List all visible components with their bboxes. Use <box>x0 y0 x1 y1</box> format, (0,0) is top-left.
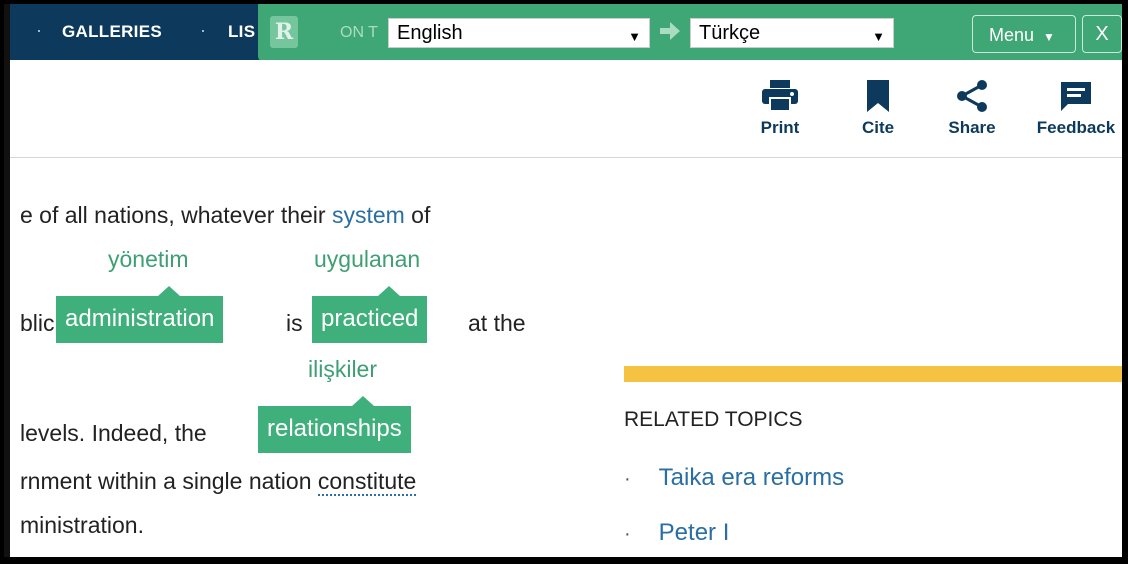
translation-tooltip-administration: yönetim <box>108 246 189 272</box>
link-system[interactable]: system <box>332 202 405 228</box>
article-text: blic <box>20 310 55 336</box>
related-topic-link[interactable]: Peter I <box>659 519 730 546</box>
article-line: blic <box>20 310 55 337</box>
bullet: · <box>624 468 631 490</box>
article-text: ministration. <box>20 512 144 538</box>
ad-placeholder <box>630 174 1122 364</box>
article-text: at the <box>468 310 526 336</box>
share-button[interactable]: Share <box>940 80 1004 138</box>
article-line: e of all nations, whatever their system … <box>20 202 430 229</box>
source-language-value: English <box>397 22 463 44</box>
arrow-right-icon <box>660 22 680 40</box>
article-toolbar: Print Cite Share Feedback <box>10 60 1122 158</box>
translator-logo: R <box>270 16 298 48</box>
nav-item-galleries[interactable]: GALLERIES <box>62 22 162 42</box>
nav-item-lists[interactable]: LIS <box>228 22 255 42</box>
tooltip-arrow <box>378 286 400 296</box>
article-text: is <box>286 310 303 336</box>
target-language-value: Türkçe <box>699 22 761 44</box>
highlight-practiced[interactable]: practiced <box>312 296 428 343</box>
translation-tooltip-practiced: uygulanan <box>314 246 421 272</box>
article-text: e of all nations, whatever their <box>20 202 332 228</box>
bullet: · <box>624 523 631 545</box>
feedback-label: Feedback <box>1036 118 1116 137</box>
nav-item-obscured: ON T <box>340 24 378 41</box>
print-label: Print <box>760 118 800 137</box>
menu-button-label: Menu <box>989 25 1035 45</box>
dropdown-caret-icon: ▼ <box>872 29 885 44</box>
highlight-relationships[interactable]: relationships <box>258 406 411 453</box>
nav-separator: · <box>200 20 206 40</box>
feedback-icon <box>1061 82 1091 111</box>
printer-icon <box>762 80 798 112</box>
article-body: e of all nations, whatever their system … <box>10 158 610 557</box>
feedback-button[interactable]: Feedback <box>1026 80 1122 138</box>
related-topics-heading: RELATED TOPICS <box>624 408 803 431</box>
related-topic-link[interactable]: Taika era reforms <box>659 464 844 491</box>
article-line: ministration. <box>20 512 144 539</box>
print-button[interactable]: Print <box>748 80 812 138</box>
tooltip-arrow <box>158 286 180 296</box>
browser-viewport: · GALLERIES · LIS R ON T English ▼ Türkç… <box>4 4 1122 557</box>
share-icon <box>957 80 987 112</box>
article-line: rnment within a single nation constitute <box>20 468 417 496</box>
article-text: of <box>404 202 431 228</box>
cite-label: Cite <box>861 118 895 137</box>
highlight-administration[interactable]: administration <box>56 296 224 343</box>
close-button[interactable]: X <box>1082 15 1122 53</box>
related-topic-item[interactable]: · Taika era reforms <box>624 464 844 492</box>
article-text: rnment within a single nation <box>20 468 318 494</box>
cite-button[interactable]: Cite <box>850 80 906 138</box>
target-language-select[interactable]: Türkçe ▼ <box>690 18 894 48</box>
caret-down-icon: ▼ <box>1043 30 1055 44</box>
sidebar-accent-bar <box>624 366 1122 382</box>
share-label: Share <box>948 118 996 137</box>
related-topic-item[interactable]: · Peter I <box>624 519 729 547</box>
article-text: levels. Indeed, the <box>20 420 207 446</box>
article-line: levels. Indeed, the <box>20 420 207 447</box>
tooltip-arrow <box>352 396 374 406</box>
translator-toolbar: R ON T English ▼ Türkçe ▼ Menu ▼ X <box>258 4 1122 62</box>
translation-tooltip-relationships: ilişkiler <box>308 356 377 382</box>
menu-button[interactable]: Menu ▼ <box>972 15 1076 53</box>
bookmark-icon <box>867 80 889 112</box>
dropdown-caret-icon: ▼ <box>628 29 641 44</box>
source-language-select[interactable]: English ▼ <box>388 18 650 48</box>
link-constitute[interactable]: constitute <box>317 468 417 496</box>
nav-separator: · <box>36 20 42 40</box>
